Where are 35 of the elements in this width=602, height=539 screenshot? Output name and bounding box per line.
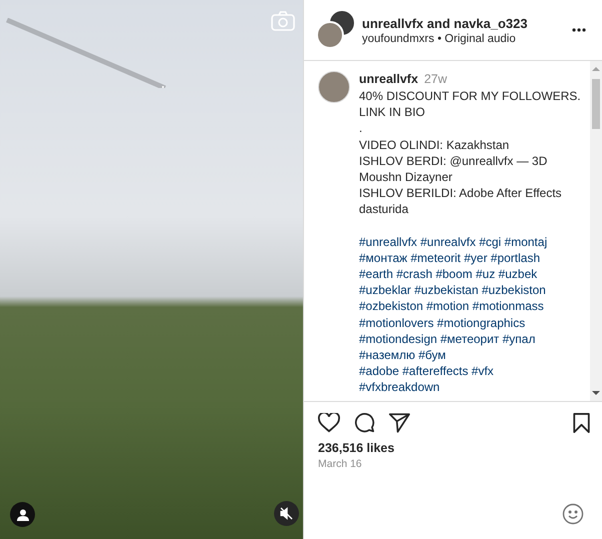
audio-credit[interactable]: youfoundmxrs • Original audio (362, 32, 558, 44)
avatar[interactable] (318, 71, 350, 103)
post-date: March 16 (317, 457, 363, 470)
hashtag-line[interactable]: #unreallvfx #unrealvfx #cgi #montaj (359, 234, 581, 250)
hashtag-line[interactable]: #uzbeklar #uzbekistan #uzbekiston (359, 282, 581, 298)
comment-icon[interactable] (354, 412, 375, 433)
post-authors[interactable]: unreallvfx and navka_o323 (362, 16, 558, 30)
hashtag-line[interactable]: #adobe #aftereffects #vfx (359, 363, 581, 380)
caption-line: ISHLOV BERDI: @unreallvfx — 3D (359, 152, 548, 170)
caption-line: 40% DISCOUNT FOR MY FOLLOWERS. (359, 88, 581, 104)
likes-count[interactable]: 236,516 likes (304, 433, 602, 455)
caption-line: dasturida (359, 201, 410, 218)
bookmark-icon[interactable] (573, 412, 590, 432)
caption-line: LINK IN BIO (359, 104, 426, 120)
emoji-icon[interactable] (562, 503, 584, 525)
hashtag-line[interactable]: #motiondesign #метеорит #упал (359, 330, 581, 348)
scroll-down-icon[interactable] (592, 389, 600, 397)
caption-line: VIDEO OLINDI: Kazakhstan (359, 136, 510, 153)
scrollbar-thumb[interactable] (592, 79, 600, 129)
hashtag-line[interactable]: #motionlovers #motiongraphics (359, 314, 581, 331)
heart-icon[interactable] (318, 412, 340, 432)
caption-line: . (359, 120, 364, 137)
muted-speaker-icon[interactable] (274, 501, 299, 526)
share-icon[interactable] (389, 412, 410, 432)
scrollbar[interactable] (590, 61, 602, 401)
hashtag-line[interactable]: #ozbekiston #motion #motionmass (359, 298, 581, 315)
hashtag-line[interactable]: #наземлю #бум (359, 347, 581, 364)
caption-line: Moushn Dizayner (359, 169, 454, 186)
hashtag-line[interactable]: #vfxbreakdown (359, 379, 581, 396)
caption-line: ISHLOV BERILDI: Adobe After Effects (359, 185, 563, 202)
user-icon[interactable] (10, 502, 35, 527)
hashtag-line[interactable]: #earth #crash #boom #uz #uzbek (359, 266, 581, 282)
hashtag-line[interactable]: #монтаж #meteorit #yer #portlash (359, 250, 581, 266)
post-age: 27w (424, 72, 447, 86)
username[interactable]: unreallvfx (359, 72, 418, 86)
